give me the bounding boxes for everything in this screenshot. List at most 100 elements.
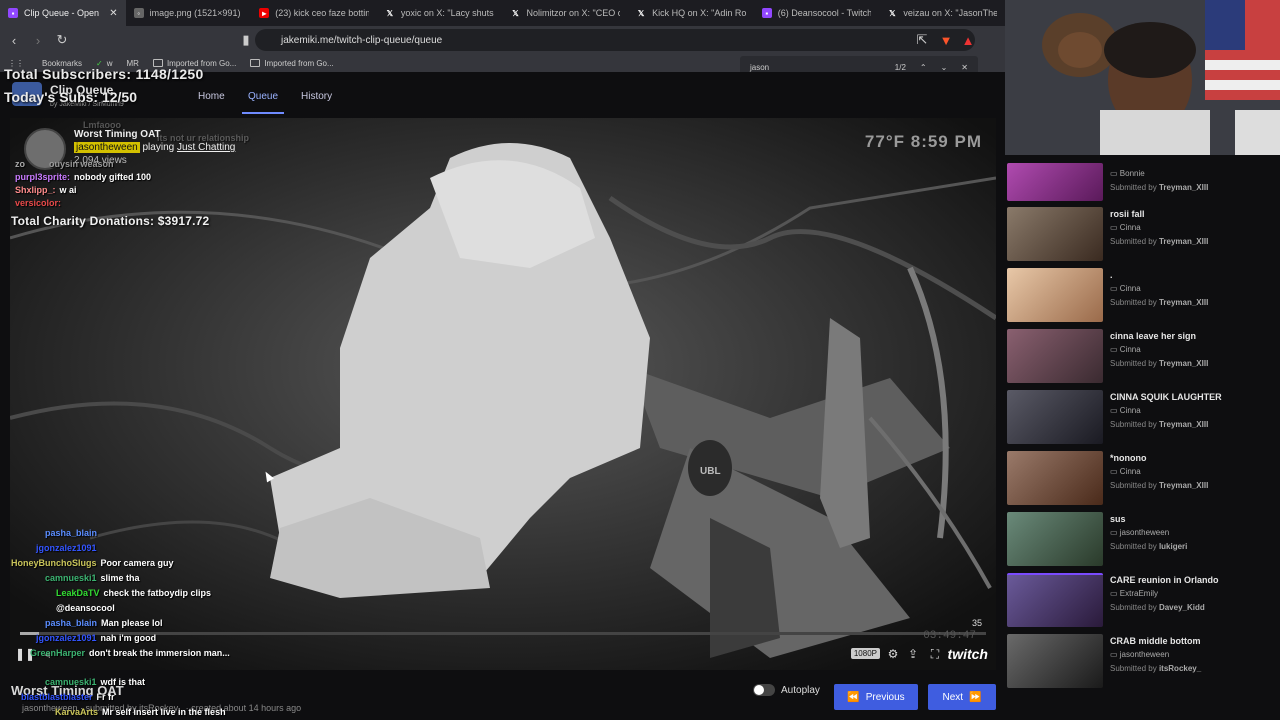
chat-username: camnueski1 [45,573,97,583]
queue-item-channel: ▭ Cinna [1110,467,1141,476]
close-tab-icon[interactable]: ✕ [109,8,117,19]
browser-tab[interactable]: ▪ (6) Deansocool - Twitch [754,0,880,26]
next-button[interactable]: Next ⏩ [928,684,996,710]
queue-item-channel: ▭ ExtraEmily [1110,589,1159,598]
queue-item-submitter: Submitted by Davey_Kidd [1110,603,1205,612]
tab-title: (23) kick ceo faze botting [275,8,369,18]
youtube-icon: ▸ [259,8,270,18]
subs-overlay: Total Subscribers: 1148/1250 [4,66,204,82]
chat-line: versicolor: [15,196,65,211]
queue-item[interactable]: CINNA SQUIK LAUGHTER ▭ Cinna Submitted b… [1007,390,1277,446]
find-close-icon[interactable]: ✕ [961,63,968,72]
chat-line: blastblastblaster Fr fr [21,690,115,705]
queue-item-submitter: Submitted by lukigeri [1110,542,1188,551]
browser-tab[interactable]: 𝕏 Nolimitzor on X: "CEO of K [503,0,629,26]
find-input[interactable]: jason [750,63,881,72]
tab-title: yoxic on X: "Lacy shuts do [400,8,495,18]
queue-item-title: CINNA SQUIK LAUGHTER [1110,392,1222,402]
queue-item-title: sus [1110,514,1126,524]
chat-line: pasha_blain [18,526,101,541]
queue-thumbnail [1007,329,1103,383]
queue-item-submitter: Submitted by Treyman_XIII [1110,420,1209,429]
queue-item-title: . [1110,270,1113,280]
chat-username: camnueski1 [45,677,97,687]
globe-icon: ◦ [133,8,144,18]
twitch-logo[interactable]: twitch [948,646,988,662]
chat-icon: ▭ [1110,650,1120,659]
queue-item-submitter: Submitted by Treyman_XIII [1110,183,1209,192]
browser-tab-bar: ▪ Clip Queue - Open ✕ ◦ image.png (1521×… [0,0,1005,26]
queue-item[interactable]: sus ▭ jasontheween Submitted by lukigeri [1007,512,1277,568]
chat-message: nah i'm good [100,633,157,643]
queue-item[interactable]: cinna leave her sign ▭ Cinna Submitted b… [1007,329,1277,385]
reload-icon[interactable]: ↻ [52,30,72,50]
queue-item-channel: ▭ jasontheween [1110,650,1170,659]
chat-message: w ai [59,185,77,195]
brave-shield-icon[interactable]: ▼ [936,30,956,50]
tab-title: Kick HQ on X: "Adin Ross [652,8,746,18]
share-icon[interactable]: ⇪ [906,647,920,661]
queue-thumbnail [1007,512,1103,566]
toggle-switch[interactable] [753,684,775,696]
bookmark-icon[interactable]: ▮ [236,30,256,50]
chat-username: LeakDaTV [56,588,100,598]
today-subs-overlay: Today's Subs: 12/50 [4,89,138,105]
folder-icon [250,59,261,67]
settings-icon[interactable]: ⚙ [886,647,900,661]
fast-forward-icon: ⏩ [969,691,982,703]
queue-thumbnail [1007,163,1103,201]
brave-rewards-icon[interactable]: ▲ [958,30,978,50]
queue-item-channel: ▭ jasontheween [1110,528,1170,537]
chat-line: jgonzalez1091 nah i'm good [36,631,156,646]
queue-item-title: rosii fall [1110,209,1145,219]
nav-home[interactable]: Home [198,91,225,102]
find-prev-icon[interactable]: ⌃ [920,63,927,72]
queue-item[interactable]: CARE reunion in Orlando ▭ ExtraEmily Sub… [1007,573,1277,629]
chat-username: GreenHarper [30,648,86,658]
queue-item[interactable]: rosii fall ▭ Cinna Submitted by Treyman_… [1007,207,1277,263]
queue-item-submitter: Submitted by Treyman_XIII [1110,359,1209,368]
back-icon[interactable]: ‹ [4,30,24,50]
x-icon: 𝕏 [637,8,645,18]
fullscreen-icon[interactable]: ⛶ [928,647,942,661]
clip-duration: 35 [971,618,982,628]
previous-button[interactable]: ⏪ Previous [834,684,918,710]
queue-item-submitter: Submitted by Treyman_XIII [1110,237,1209,246]
queue-item-channel: ▭ Cinna [1110,284,1141,293]
queue-item[interactable]: CRAB middle bottom ▭ jasontheween Submit… [1007,634,1277,690]
rewind-icon: ⏪ [847,691,860,703]
nav-queue[interactable]: Queue [241,91,285,114]
nav-history[interactable]: History [301,91,332,102]
browser-tab[interactable]: 𝕏 yoxic on X: "Lacy shuts do [377,0,503,26]
browser-tab[interactable]: 𝕏 veizau on X: "JasonTheWe [879,0,1005,26]
queue-item-channel: ▭ Cinna [1110,345,1141,354]
tab-title: veizau on X: "JasonTheWe [903,8,997,18]
find-next-icon[interactable]: ⌄ [941,63,948,72]
chat-username: purpl3sprite: [15,172,71,182]
queue-item-submitter: Submitted by itsRockey_ [1110,664,1202,673]
autoplay-toggle[interactable]: Autoplay [753,684,820,696]
chat-line: GreenHarper don't break the immersion man… [30,646,250,661]
webcam-feed [1005,0,1280,155]
share-icon[interactable]: ⇱ [912,30,932,50]
url-text: jakemiki.me/twitch-clip-queue/queue [281,34,443,46]
browser-tab[interactable]: ▸ (23) kick ceo faze botting [251,0,377,26]
bookmark-folder-imported[interactable]: Imported from Go... [250,59,334,68]
chat-icon: ▭ [1110,589,1120,598]
chat-username: Shxlipp_: [15,185,56,195]
browser-tab[interactable]: 𝕏 Kick HQ on X: "Adin Ross [628,0,754,26]
chat-line: pasha_blain Man please lol [45,616,163,631]
url-input[interactable]: jakemiki.me/twitch-clip-queue/queue [255,29,975,51]
video-timestamp-overlay: 77°F 8:59 PM [864,132,982,151]
browser-tab[interactable]: ◦ image.png (1521×991) [126,0,252,26]
progress-bar[interactable] [20,632,986,635]
forward-icon[interactable]: › [28,30,48,50]
queue-item[interactable]: *nonono ▭ Cinna Submitted by Treyman_XII… [1007,451,1277,507]
browser-tab[interactable]: ▪ Clip Queue - Open ✕ [0,0,126,26]
webcam-image [1005,0,1280,155]
queue-item[interactable]: . ▭ Cinna Submitted by Treyman_XIII [1007,268,1277,324]
svg-text:UBL: UBL [700,466,721,477]
quality-badge[interactable]: 1080P [850,648,880,659]
chat-message: Man please lol [101,618,163,628]
queue-item[interactable]: ▭ Bonnie Submitted by Treyman_XIII [1007,163,1277,208]
